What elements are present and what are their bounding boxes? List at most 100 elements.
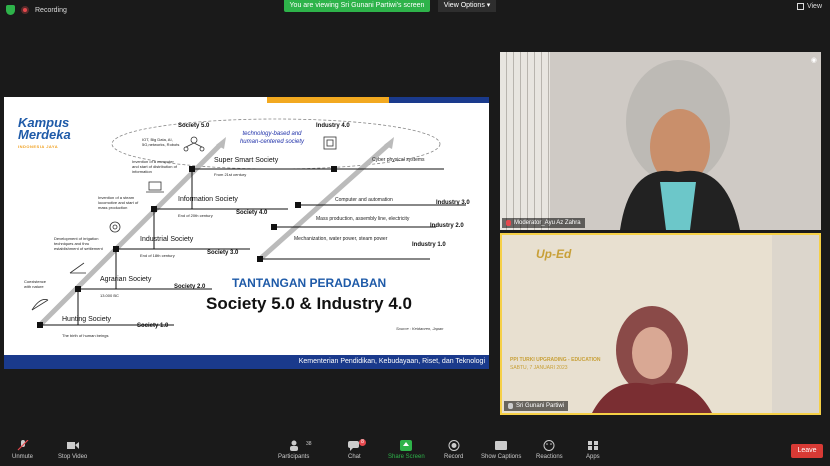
label-hunting: Hunting Society: [62, 316, 112, 323]
label-irrigation: Development of irrigation techniques and…: [54, 236, 103, 251]
step-marker: [113, 246, 119, 252]
label-end20: End of 20th century: [178, 213, 213, 218]
step-marker: [295, 202, 301, 208]
share-screen-button[interactable]: Share Screen: [388, 440, 425, 460]
step-marker: [257, 256, 263, 262]
label-industrial: Industrial Society: [140, 236, 194, 243]
event-banner: PPI TURKI UPGRADING - EDUCATION: [510, 357, 601, 363]
label-s20: Society 2.0: [174, 284, 206, 290]
slide-source: Source : Keidanren, Japan: [396, 326, 444, 331]
video-tile-speaker[interactable]: Up-Ed PPI TURKI UPGRADING - EDUCATION SA…: [500, 233, 821, 415]
label-coexistence: Coexistence with nature: [24, 279, 47, 289]
label-end18: End of 18th century: [140, 253, 175, 258]
event-date: SABTU, 7 JANUARI 2023: [510, 365, 568, 371]
show-captions-button[interactable]: Show Captions: [481, 440, 521, 460]
label-s30: Society 3.0: [207, 250, 239, 256]
label-iot: IOT, Big Data, AI, 5G,networks, Robots: [142, 137, 180, 147]
step-marker: [75, 286, 81, 292]
label-computer-auto: Computer and automation: [335, 197, 393, 203]
meeting-toolbar: Unmute Stop Video Participants 38 Chat 8…: [0, 437, 830, 466]
share-screen-label: Share Screen: [388, 454, 425, 460]
label-information: Information Society: [178, 196, 238, 203]
view-button[interactable]: View: [796, 3, 822, 10]
video-camera-icon: [66, 442, 79, 449]
captions-icon: [495, 441, 508, 450]
meeting-top-bar: Recording You are viewing Sri Gunani Par…: [0, 0, 830, 22]
record-icon: [21, 6, 29, 14]
apps-button[interactable]: Apps: [586, 440, 600, 460]
recording-label: Recording: [35, 6, 67, 14]
shared-screen-slide: Kampus Merdeka INDONESIA JAYA Society 5.…: [4, 97, 489, 369]
video-tile-moderator[interactable]: ◉ Moderator_Ayu Az Zahra: [500, 52, 821, 230]
plough-icon: [69, 262, 86, 274]
record-label: Record: [444, 454, 464, 460]
laptop-icon: [146, 181, 164, 193]
name-tag: Moderator_Ayu Az Zahra: [502, 218, 585, 228]
step-marker: [271, 224, 277, 230]
label-s40: Society 4.0: [236, 210, 268, 216]
chat-badge: 8: [359, 439, 366, 446]
moderator-silhouette: [620, 60, 740, 230]
label-mass-prod: Mass production, assembly line, electric…: [316, 216, 410, 222]
viewing-screen-banner: You are viewing Sri Gunani Partiwi's scr…: [284, 0, 430, 12]
participant-name: Sri Gunani Partiwi: [516, 403, 565, 409]
stop-video-label: Stop Video: [58, 454, 88, 460]
record-button[interactable]: Record: [444, 440, 463, 460]
recording-indicator: Recording: [6, 5, 67, 15]
bow-icon: [31, 299, 49, 311]
apps-label: Apps: [586, 454, 600, 460]
participants-button[interactable]: Participants: [278, 440, 309, 460]
reactions-label: Reactions: [536, 454, 563, 460]
label-society50: Society 5.0: [178, 123, 210, 129]
label-from21: From 21st century: [214, 172, 247, 177]
chip-icon: [323, 136, 337, 150]
slide-title-1: TANTANGAN PERADABAN: [232, 276, 387, 290]
label-13000bc: 13.000 BC: [100, 293, 119, 298]
label-cyber: Cyber physical systems: [372, 157, 425, 163]
label-invention-steam: Invention of a steam locomotive and star…: [98, 195, 139, 210]
label-agrarian: Agrarian Society: [100, 276, 152, 283]
step-marker: [151, 206, 157, 212]
view-options-button[interactable]: View Options ▾: [438, 0, 496, 12]
slide-title-2: Society 5.0 & Industry 4.0: [206, 294, 412, 313]
leave-button[interactable]: Leave: [791, 444, 823, 458]
smiley-icon: [543, 440, 555, 451]
apps-icon: [587, 441, 598, 450]
slide-footer: Kementerian Pendidikan, Kebudayaan, Rise…: [4, 355, 489, 369]
label-super-smart: Super Smart Society: [214, 157, 279, 164]
label-invention-computer: Invention of a computer and start of dis…: [132, 159, 177, 174]
label-birth: The birth of human beings: [62, 333, 109, 338]
label-s10: Society 1.0: [137, 323, 169, 329]
stop-video-button[interactable]: Stop Video: [58, 440, 87, 460]
org-logo-icon: ◉: [810, 57, 817, 64]
participant-name: Moderator_Ayu Az Zahra: [514, 220, 581, 226]
record-icon: [448, 440, 460, 451]
mic-muted-icon: [506, 220, 511, 226]
participants-label: Participants: [278, 454, 310, 460]
name-tag: Sri Gunani Partiwi: [504, 401, 569, 411]
view-label: View: [806, 3, 822, 10]
grid-icon: [796, 3, 804, 10]
reactions-button[interactable]: Reactions: [536, 440, 563, 460]
share-screen-icon: [400, 440, 413, 451]
label-i10: Industry 1.0: [412, 242, 446, 248]
cloud-description: technology-based and human-centered soci…: [239, 131, 305, 145]
unmute-button[interactable]: Unmute: [12, 440, 33, 460]
label-i30: Industry 3.0: [436, 200, 470, 206]
unmute-label: Unmute: [12, 454, 34, 460]
mic-icon: [508, 403, 513, 409]
label-industry40: Industry 4.0: [316, 123, 350, 129]
people-icon: [289, 440, 298, 451]
shield-icon: [6, 5, 15, 15]
footer-text: Kementerian Pendidikan, Kebudayaan, Rise…: [298, 358, 485, 365]
mic-muted-icon: [17, 440, 28, 451]
up-ed-logo: Up-Ed: [536, 247, 572, 261]
view-options-label: View Options: [443, 2, 485, 9]
participants-count: 38: [306, 441, 312, 447]
label-mechanization: Mechanization, water power, steam power: [294, 236, 388, 242]
step-marker: [331, 166, 337, 172]
step-marker: [37, 322, 43, 328]
speaker-background: [592, 235, 819, 413]
label-i20: Industry 2.0: [430, 223, 464, 229]
step-marker: [189, 166, 195, 172]
